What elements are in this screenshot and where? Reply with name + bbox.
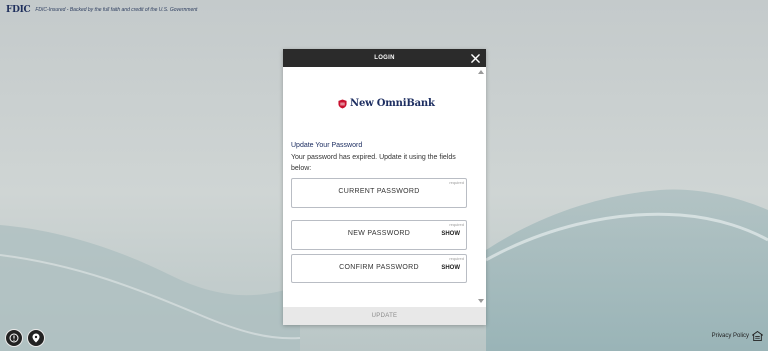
- fdic-banner: FDIC FDIC-Insured - Backed by the full f…: [6, 4, 197, 16]
- login-modal: LOGIN New OmniBank Update Your Password …: [283, 49, 486, 325]
- update-button-label: UPDATE: [371, 313, 398, 319]
- update-password-description: Your password has expired. Update it usi…: [291, 154, 456, 172]
- modal-title: LOGIN: [374, 55, 395, 61]
- fdic-logo: FDIC: [6, 5, 31, 15]
- show-new-password-button[interactable]: SHOW: [441, 231, 460, 237]
- update-button[interactable]: UPDATE: [283, 307, 486, 325]
- confirm-password-label: CONFIRM PASSWORD: [339, 264, 419, 271]
- bank-shield-icon: [338, 99, 347, 108]
- confirm-password-field[interactable]: required CONFIRM PASSWORD SHOW: [291, 254, 467, 283]
- new-password-label: NEW PASSWORD: [347, 230, 411, 237]
- required-indicator: required: [449, 180, 464, 185]
- privacy-policy-link[interactable]: Privacy Policy: [712, 333, 749, 339]
- fdic-disclaimer: FDIC-Insured - Backed by the full faith …: [35, 7, 198, 13]
- scroll-up-arrow[interactable]: [478, 70, 484, 74]
- required-indicator: required: [449, 256, 464, 261]
- bank-brand: New OmniBank: [338, 98, 435, 109]
- location-pin-icon: [32, 333, 40, 343]
- home-lender-icon: [752, 331, 763, 341]
- location-button[interactable]: [27, 329, 45, 347]
- show-confirm-password-button[interactable]: SHOW: [441, 265, 460, 271]
- update-password-title: Update Your Password: [291, 142, 363, 149]
- scroll-down-arrow[interactable]: [478, 299, 484, 303]
- required-indicator: required: [449, 222, 464, 227]
- modal-header: LOGIN: [283, 49, 486, 67]
- info-icon: [9, 333, 19, 343]
- current-password-field[interactable]: required CURRENT PASSWORD: [291, 178, 467, 208]
- current-password-label: CURRENT PASSWORD: [338, 188, 420, 195]
- new-password-field[interactable]: required NEW PASSWORD SHOW: [291, 220, 467, 250]
- bank-name: New OmniBank: [350, 98, 435, 109]
- close-button[interactable]: [469, 52, 481, 64]
- info-button[interactable]: [5, 329, 23, 347]
- close-icon: [470, 53, 480, 63]
